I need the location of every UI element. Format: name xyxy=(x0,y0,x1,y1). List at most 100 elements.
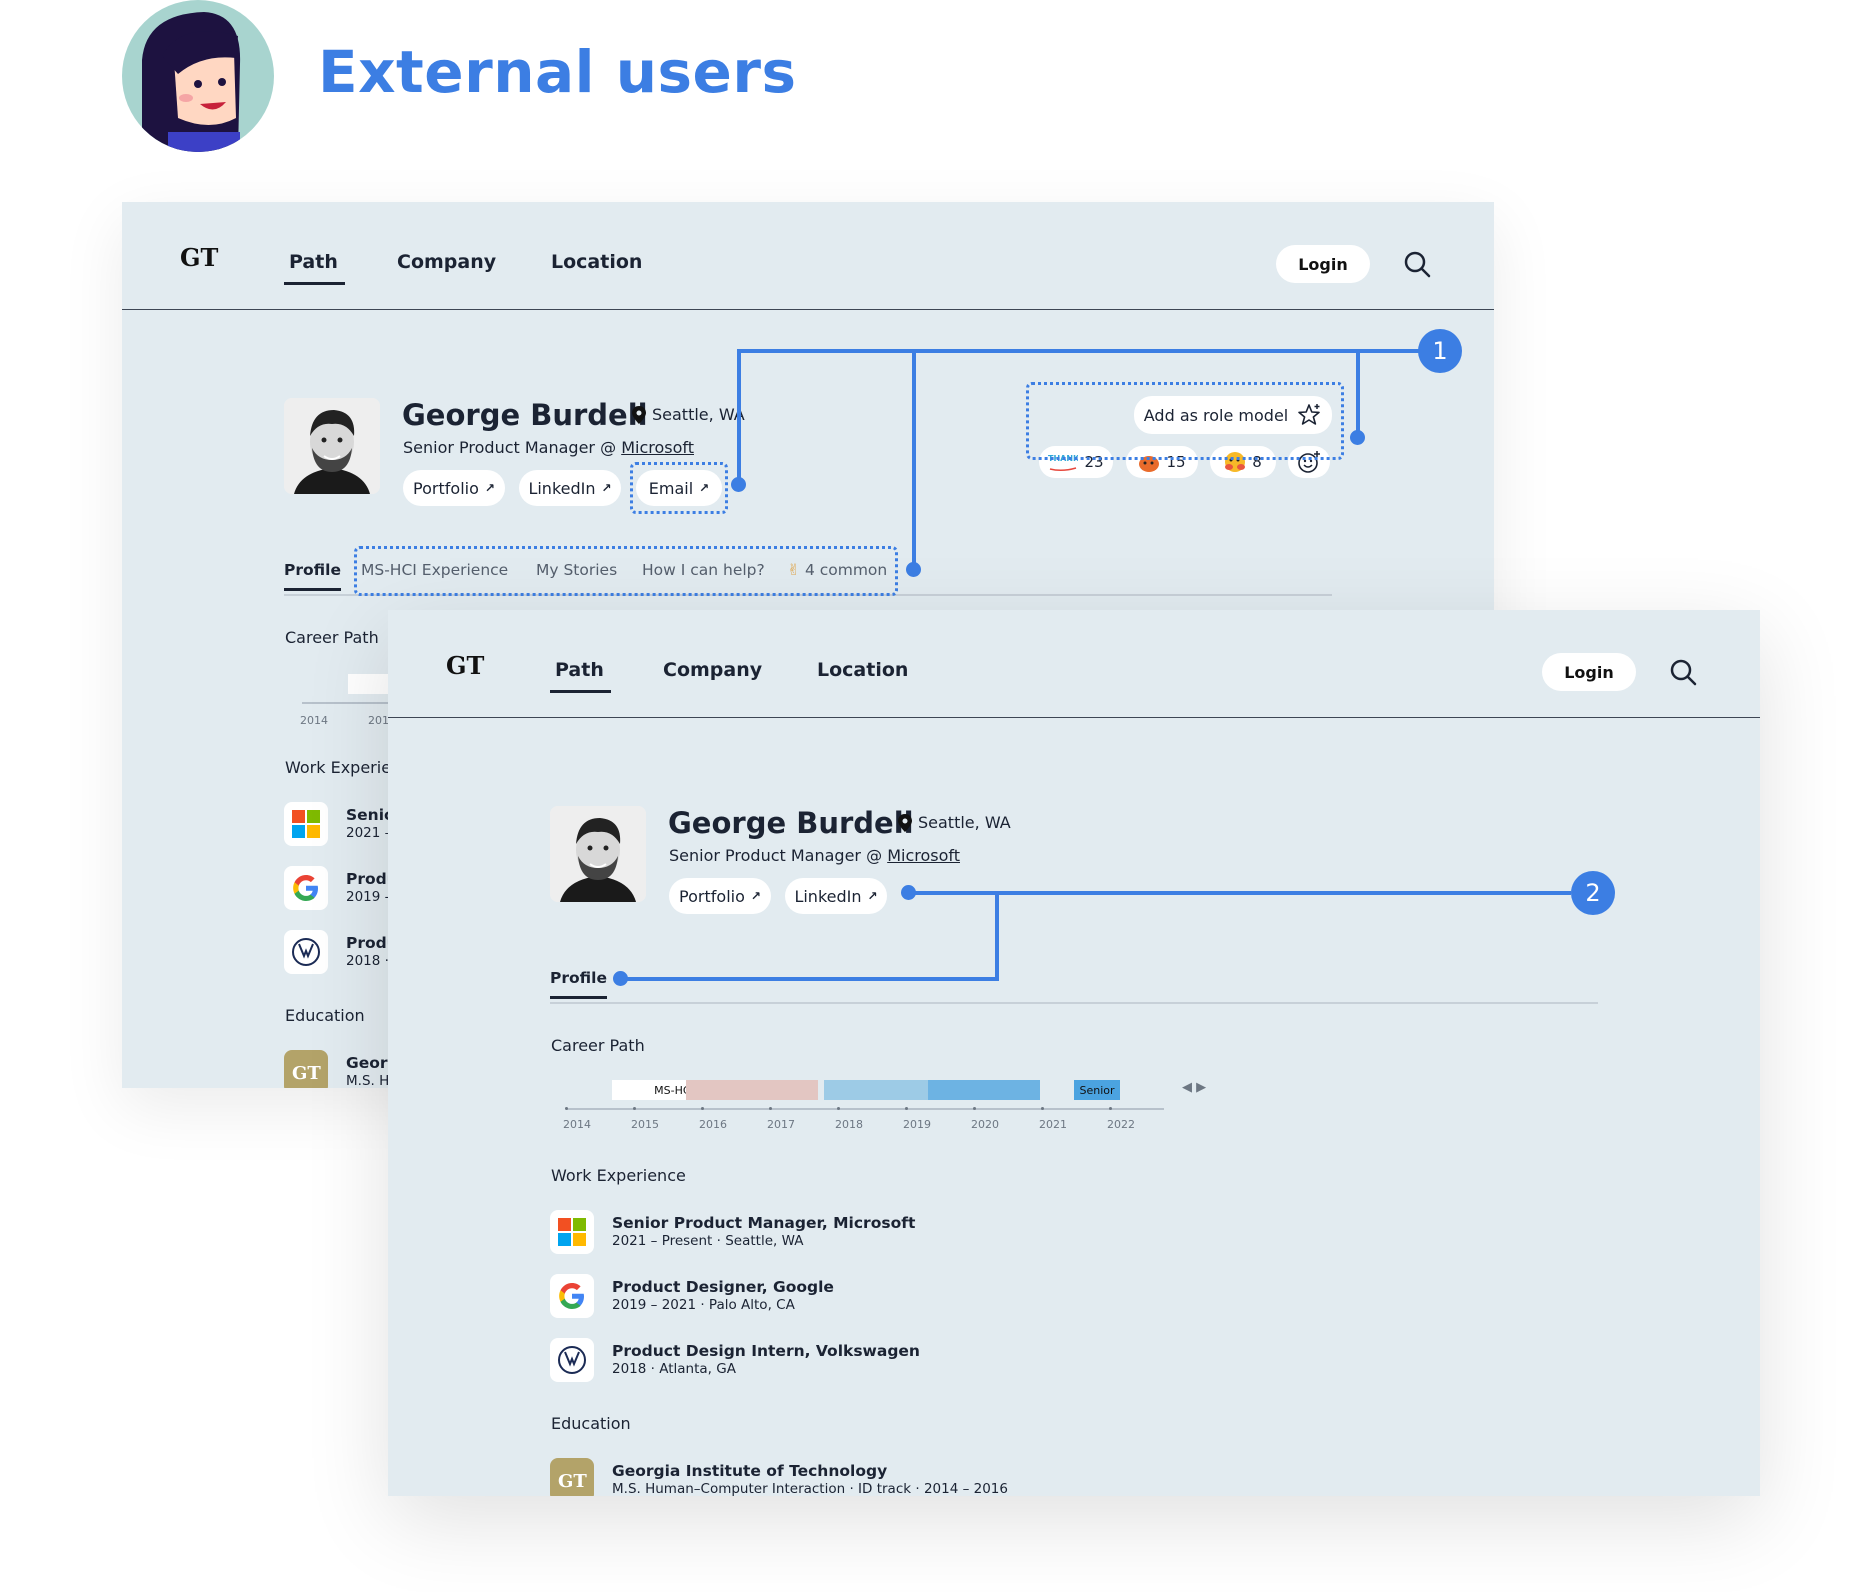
work-title: Product Design Intern, Volkswagen xyxy=(612,1342,920,1360)
profile-location-text: Seattle, WA xyxy=(652,405,745,424)
external-arrow-icon: ↗ xyxy=(867,889,878,903)
page-heading: External users xyxy=(318,38,797,106)
timeline-tick xyxy=(837,1107,840,1110)
timeline-scroll-arrows-icon[interactable]: ◀ ▶ xyxy=(1182,1080,1206,1095)
portfolio-link[interactable]: Portfolio ↗ xyxy=(403,470,505,506)
profile-location: Seattle, WA xyxy=(632,405,745,424)
user-avatar-illustration xyxy=(122,0,274,152)
profile-role-text: Senior Product Manager @ xyxy=(403,438,622,457)
callout-1-connector-reactions xyxy=(1356,349,1360,433)
profile-location-text: Seattle, WA xyxy=(918,813,1011,832)
portfolio-label: Portfolio xyxy=(413,478,479,498)
callout-badge-2: 2 xyxy=(1571,871,1615,915)
svg-text:GT: GT xyxy=(180,243,218,272)
role-model-reactions-highlight xyxy=(1026,382,1344,460)
timeline-year: 2021 xyxy=(1039,1118,1067,1131)
timeline-tick xyxy=(1109,1107,1112,1110)
callout-1-dot-email xyxy=(731,477,746,492)
timeline-tick xyxy=(1041,1107,1044,1110)
linkedin-label: LinkedIn xyxy=(794,886,862,906)
svg-text:GT: GT xyxy=(446,651,484,680)
nav-tab-location[interactable]: Location xyxy=(551,251,642,273)
profile-role: Senior Product Manager @ Microsoft xyxy=(669,846,960,865)
callout-1-connector xyxy=(737,349,1447,353)
work-meta: 2019 – 2021 · Palo Alto, CA xyxy=(612,1297,795,1313)
section-career-path: Career Path xyxy=(551,1036,645,1055)
work-title: Product Designer, Google xyxy=(612,1278,834,1296)
nav-tab-company[interactable]: Company xyxy=(663,659,762,681)
nav-tab-company[interactable]: Company xyxy=(397,251,496,273)
work-meta: 2021 – xyxy=(346,825,392,841)
timeline-tick xyxy=(633,1107,636,1110)
education-title: Georgia Institute of Technology xyxy=(612,1462,888,1480)
login-button[interactable]: Login xyxy=(1542,653,1636,691)
profile-tab-profile[interactable]: Profile xyxy=(550,969,607,999)
timeline-year: 2019 xyxy=(903,1118,931,1131)
google-logo-icon xyxy=(284,866,328,910)
timeline-bar[interactable] xyxy=(686,1080,818,1100)
timeline-year: 2017 xyxy=(767,1118,795,1131)
profile-photo xyxy=(284,398,380,494)
work-meta: 2018 · Atlanta, GA xyxy=(612,1361,736,1377)
profile-name: George Burdell xyxy=(668,806,914,840)
linkedin-link[interactable]: LinkedIn ↗ xyxy=(785,878,887,914)
linkedin-link[interactable]: LinkedIn ↗ xyxy=(519,470,621,506)
timeline-tick xyxy=(769,1107,772,1110)
top-navigation: GT Path Company Location Login xyxy=(388,610,1760,718)
timeline-bar[interactable] xyxy=(824,1080,928,1100)
search-icon[interactable] xyxy=(1668,657,1698,687)
timeline-tick xyxy=(973,1107,976,1110)
profile-photo-image xyxy=(550,806,646,902)
search-icon[interactable] xyxy=(1402,249,1432,279)
education-meta: M.S. Human–Computer Interaction · ID tra… xyxy=(612,1481,1008,1496)
callout-2-connector xyxy=(907,891,1571,895)
section-education: Education xyxy=(551,1414,631,1433)
profile-location: Seattle, WA xyxy=(898,813,1011,832)
timeline-bar[interactable]: Senior xyxy=(1074,1080,1120,1100)
login-button[interactable]: Login xyxy=(1276,245,1370,283)
email-highlight xyxy=(630,462,728,514)
top-navigation: GT Path Company Location Login xyxy=(122,202,1494,310)
profile-tabs-divider xyxy=(550,1002,1598,1004)
timeline-bar[interactable] xyxy=(928,1080,1040,1100)
timeline-tick xyxy=(905,1107,908,1110)
section-education: Education xyxy=(285,1006,365,1025)
nav-tab-path[interactable]: Path xyxy=(284,251,345,285)
section-work-experience: Work Experience xyxy=(551,1166,686,1185)
external-arrow-icon: ↗ xyxy=(750,889,761,903)
work-meta: 2021 – Present · Seattle, WA xyxy=(612,1233,804,1249)
svg-text:GT: GT xyxy=(292,1063,321,1084)
gt-logo-icon[interactable]: GT xyxy=(180,242,220,272)
volkswagen-logo-icon xyxy=(550,1338,594,1382)
work-meta: 2019 - xyxy=(346,889,390,905)
timeline-tick xyxy=(565,1107,568,1110)
gt-logo-icon[interactable]: GT xyxy=(446,650,486,680)
profile-role: Senior Product Manager @ Microsoft xyxy=(403,438,694,457)
profile-name: George Burdell xyxy=(402,398,648,432)
profile-tab-profile[interactable]: Profile xyxy=(284,561,341,591)
timeline-year: 2018 xyxy=(835,1118,863,1131)
volkswagen-logo-icon xyxy=(284,930,328,974)
callout-1-dot-reactions xyxy=(1350,430,1365,445)
portfolio-label: Portfolio xyxy=(679,886,745,906)
google-logo-icon xyxy=(550,1274,594,1318)
education-meta: M.S. H xyxy=(346,1073,390,1088)
timeline-tick xyxy=(701,1107,704,1110)
timeline-year: 201 xyxy=(368,714,389,727)
nav-tab-path[interactable]: Path xyxy=(550,659,611,693)
nav-tab-location[interactable]: Location xyxy=(817,659,908,681)
timeline-year: 2014 xyxy=(300,714,328,727)
external-arrow-icon: ↗ xyxy=(601,481,612,495)
callout-1-dot-tabs xyxy=(906,562,921,577)
timeline-year: 2014 xyxy=(563,1118,591,1131)
portfolio-link[interactable]: Portfolio ↗ xyxy=(669,878,771,914)
company-link[interactable]: Microsoft xyxy=(887,846,960,865)
profile-tabs-highlight xyxy=(354,546,898,596)
work-meta: 2018 · xyxy=(346,953,389,969)
timeline-year: 2022 xyxy=(1107,1118,1135,1131)
callout-2-connector-tab xyxy=(619,977,999,981)
timeline-year: 2015 xyxy=(631,1118,659,1131)
callout-2-dot-linkedin xyxy=(901,885,916,900)
company-link[interactable]: Microsoft xyxy=(621,438,694,457)
linkedin-label: LinkedIn xyxy=(528,478,596,498)
